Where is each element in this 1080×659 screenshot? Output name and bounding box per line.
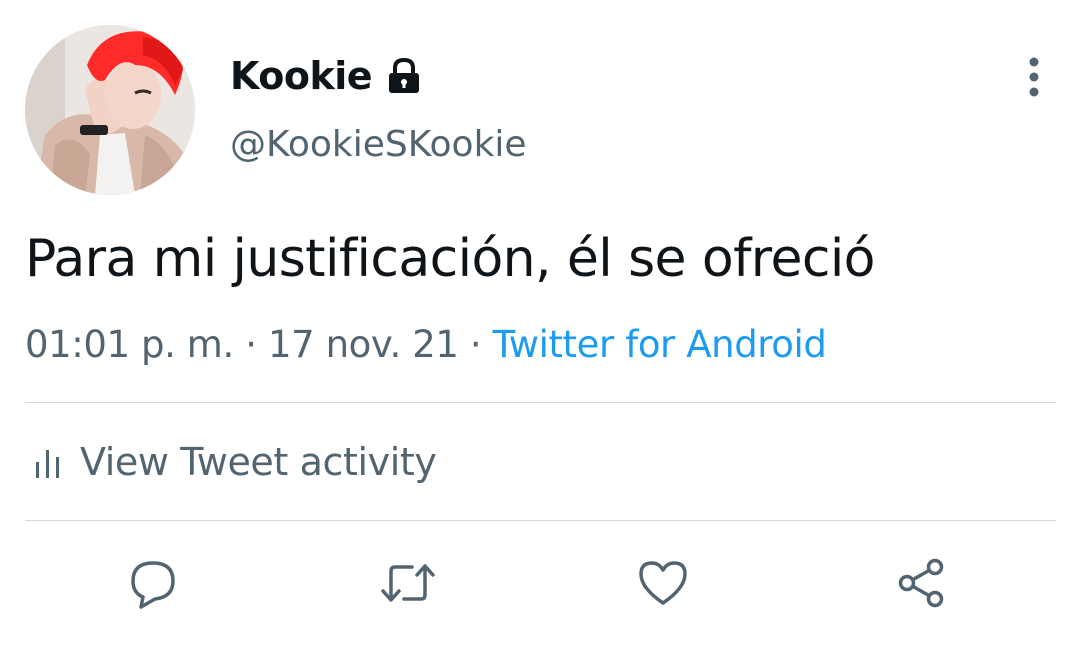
view-tweet-activity-label: View Tweet activity <box>80 440 437 484</box>
divider <box>25 520 1056 521</box>
user-handle[interactable]: @KookieSKookie <box>230 122 527 168</box>
avatar[interactable] <box>25 25 195 195</box>
tweet-date[interactable]: 17 nov. 21 <box>268 323 459 366</box>
more-vertical-icon[interactable] <box>1018 56 1050 98</box>
display-name-row[interactable]: Kookie <box>230 52 422 100</box>
meta-separator: · <box>469 323 482 366</box>
bar-chart-icon <box>34 445 62 479</box>
tweet-time[interactable]: 01:01 p. m. <box>25 323 234 366</box>
retweet-icon[interactable] <box>378 555 435 611</box>
heart-icon[interactable] <box>635 555 691 611</box>
avatar-image <box>25 25 195 195</box>
divider <box>25 402 1056 403</box>
share-icon[interactable] <box>893 555 949 611</box>
view-tweet-activity-button[interactable]: View Tweet activity <box>34 436 437 488</box>
tweet-text: Para mi justificación, él se ofreció <box>25 229 875 289</box>
lock-icon <box>386 57 422 95</box>
display-name[interactable]: Kookie <box>230 52 373 100</box>
meta-separator: · <box>245 323 257 366</box>
tweet-meta: 01:01 p. m. · 17 nov. 21 · Twitter for A… <box>25 320 827 370</box>
reply-icon[interactable] <box>125 555 181 611</box>
tweet-source-link[interactable]: Twitter for Android <box>493 323 827 366</box>
